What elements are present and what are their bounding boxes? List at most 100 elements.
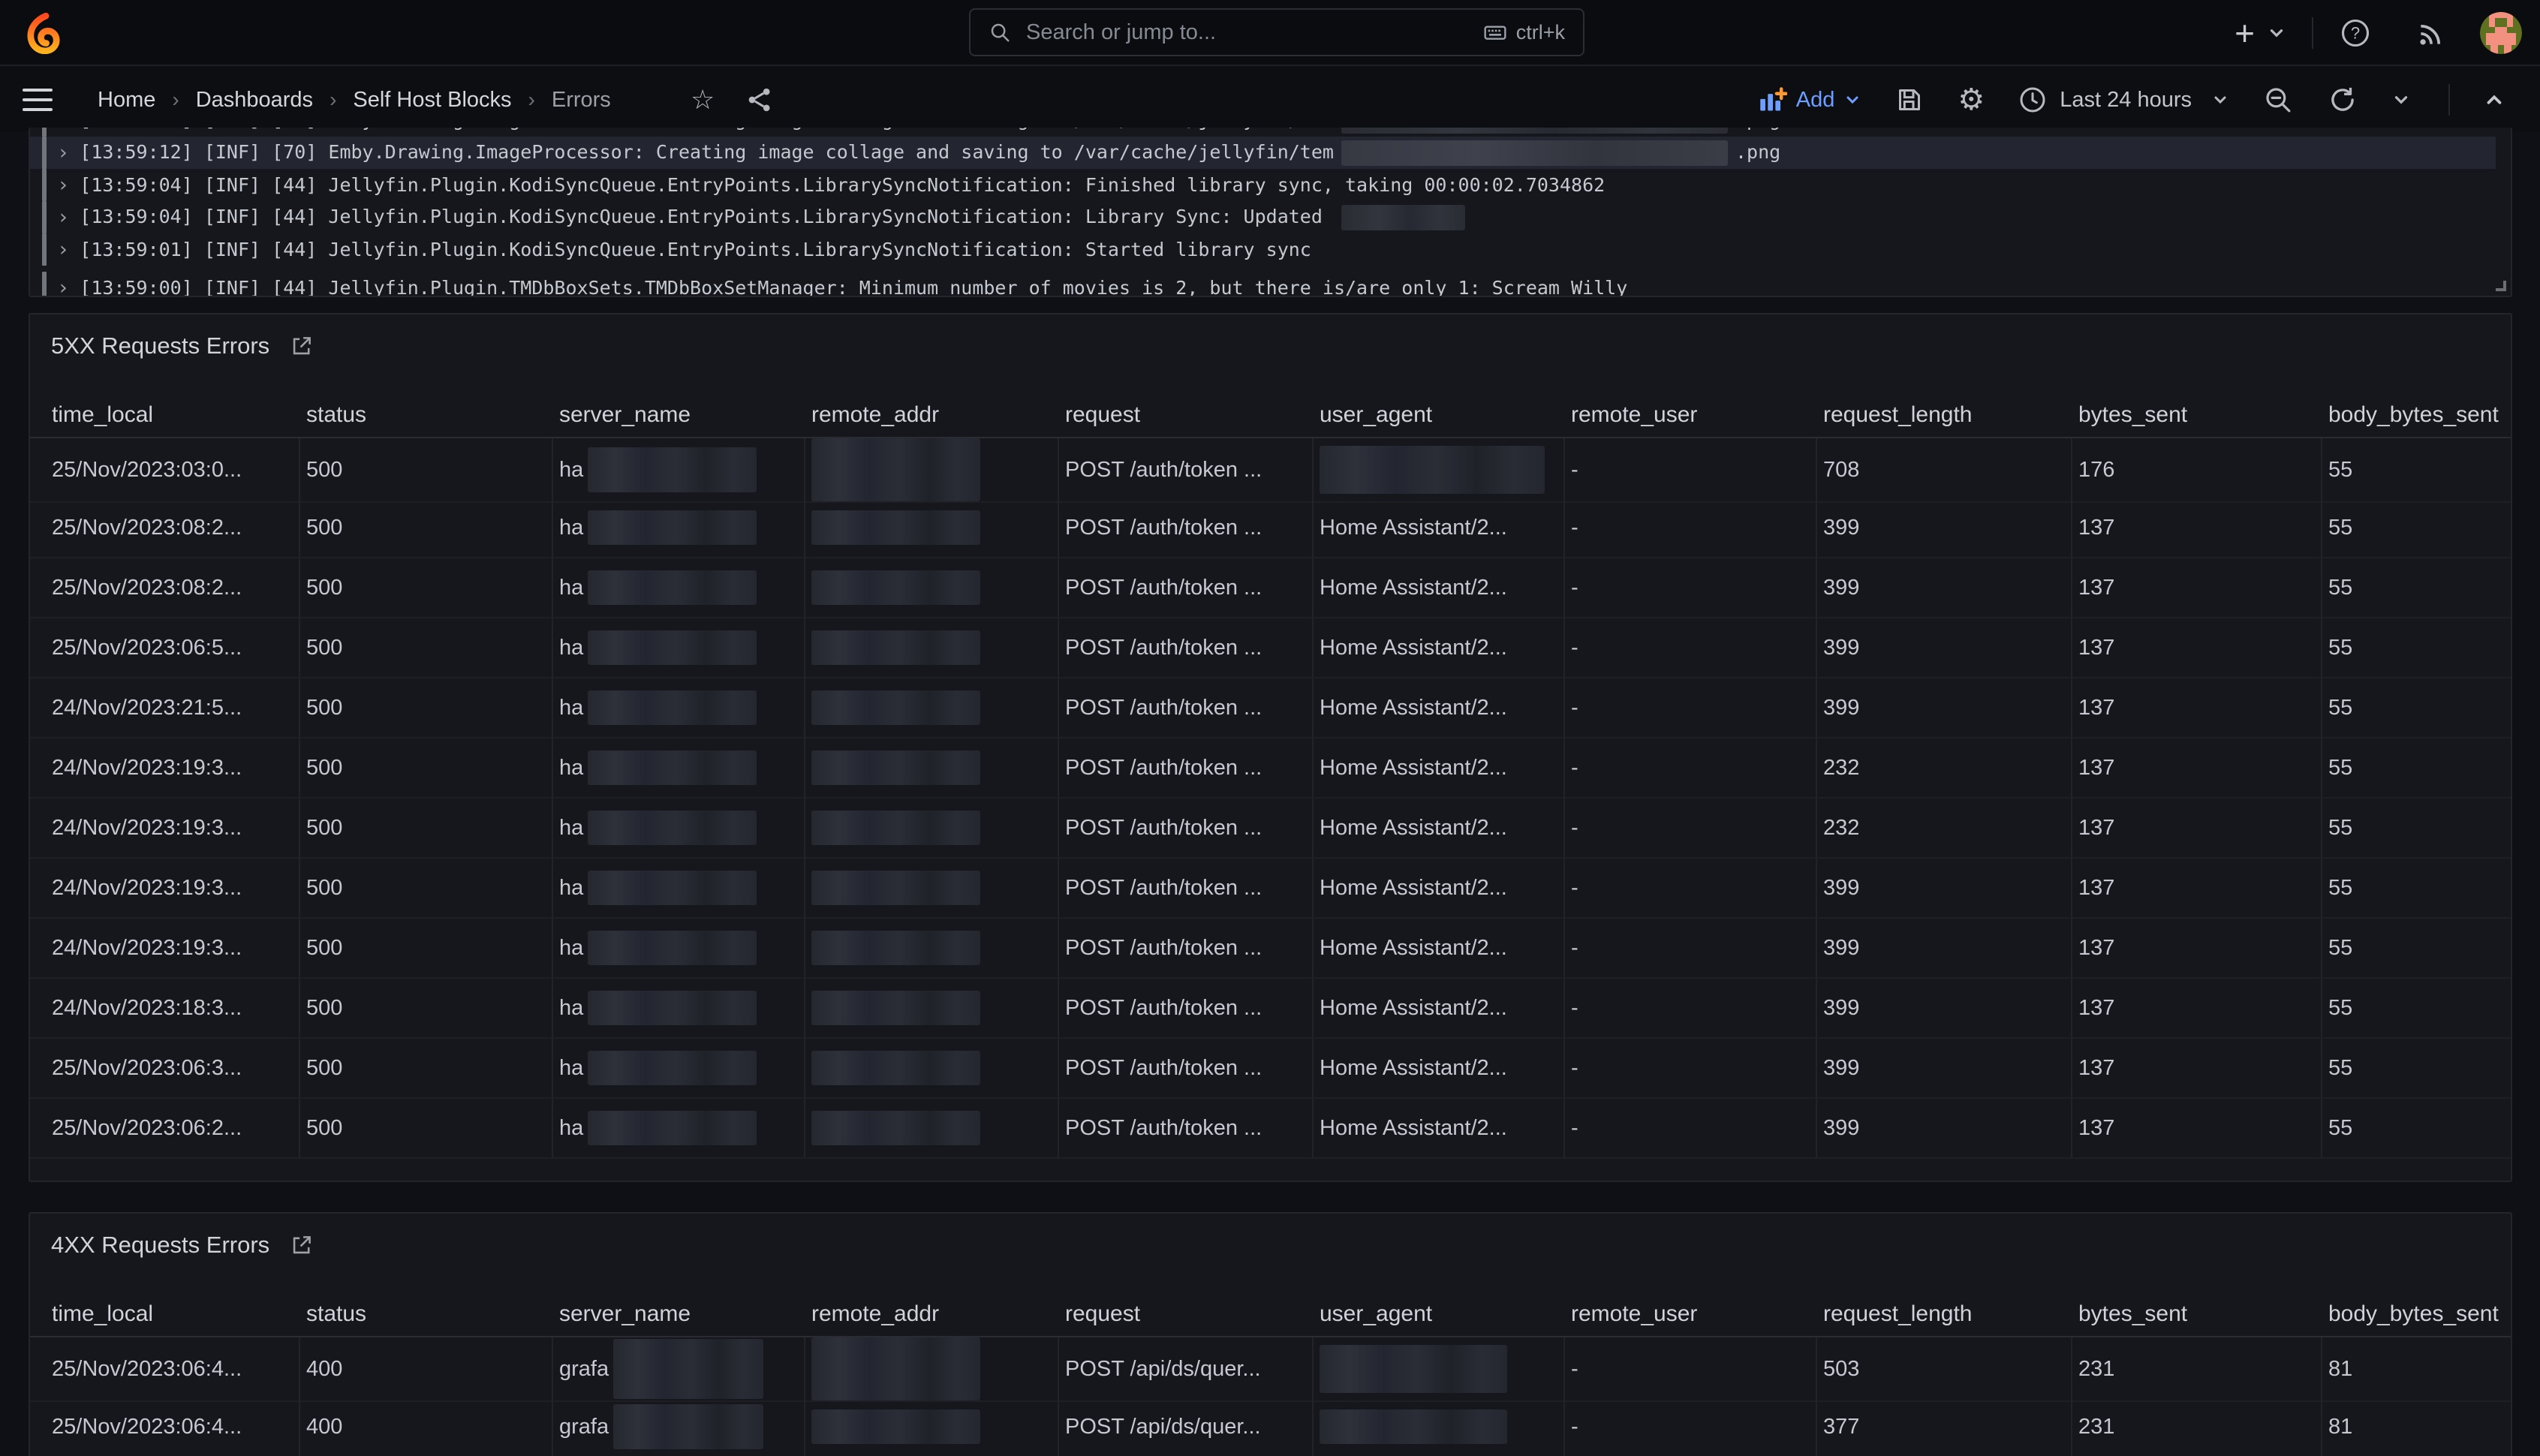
cell-text: 500 (306, 458, 342, 483)
cell-text: 503 (1823, 1357, 1859, 1382)
add-panel-button[interactable]: Add (1759, 87, 1862, 113)
table-cell-request: POST /auth/token ... (1059, 678, 1314, 739)
grafana-logo-icon[interactable] (26, 12, 65, 54)
dashboard-settings-gear-icon[interactable]: ⚙ (1958, 83, 1985, 117)
log-line[interactable]: ›[13:59:00] [INF] [44] Jellyfin.Plugin.T… (30, 272, 2496, 297)
log-line[interactable]: ›[13:59:12] [INF] [70] Emby.Drawing.Imag… (30, 137, 2496, 169)
panel-title[interactable]: 5XX Requests Errors (51, 332, 269, 359)
table-row: 25/Nov/2023:06:4...400grafaPOST /api/ds/… (30, 1337, 2511, 1397)
time-range-picker[interactable]: Last 24 hours (2018, 85, 2229, 115)
breadcrumb-separator-icon: › (528, 88, 535, 112)
column-header-request_length[interactable]: request_length (1817, 1292, 2072, 1336)
external-link-icon[interactable] (289, 333, 314, 359)
redacted-text (588, 871, 757, 905)
breadcrumb-item-self-host-blocks[interactable]: Self Host Blocks (353, 88, 511, 113)
table-cell-remote_user: - (1565, 1039, 1817, 1099)
expand-log-line-icon[interactable]: › (57, 276, 69, 297)
external-link-icon[interactable] (289, 1232, 314, 1258)
user-avatar[interactable] (2480, 12, 2522, 54)
menu-hamburger-icon[interactable] (23, 89, 53, 111)
table-cell-time_local: 25/Nov/2023:08:2... (30, 558, 300, 618)
column-header-request[interactable]: request (1059, 1292, 1314, 1336)
column-header-time_local[interactable]: time_local (30, 393, 300, 437)
column-header-remote_user[interactable]: remote_user (1565, 393, 1817, 437)
log-line[interactable]: ›[13:59:01] [INF] [44] Jellyfin.Plugin.K… (30, 233, 2496, 266)
redacted-text (811, 931, 980, 965)
new-item-button[interactable]: + (2235, 16, 2255, 50)
column-header-remote_addr[interactable]: remote_addr (805, 393, 1059, 437)
table-row: 25/Nov/2023:08:2...500haPOST /auth/token… (30, 558, 2511, 618)
table-cell-bytes_sent: 231 (2072, 1397, 2322, 1456)
cell-text: 137 (2078, 876, 2114, 901)
cell-text: 137 (2078, 1116, 2114, 1141)
table-cell-body_bytes_sent: 55 (2322, 498, 2511, 558)
table-cell-remote_user: - (1565, 799, 1817, 859)
refresh-icon[interactable] (2327, 84, 2358, 116)
expand-log-line-icon[interactable]: › (57, 238, 69, 261)
table-row: 24/Nov/2023:19:3...500haPOST /auth/token… (30, 919, 2511, 979)
column-header-request_length[interactable]: request_length (1817, 393, 2072, 437)
table-cell-bytes_sent: 137 (2072, 799, 2322, 859)
collapse-chevron-up-icon[interactable] (2483, 89, 2505, 111)
cell-text: ha (559, 816, 583, 841)
cell-text: ha (559, 576, 583, 600)
breadcrumb-item-home[interactable]: Home (98, 88, 155, 113)
help-icon[interactable]: ? (2339, 17, 2372, 50)
global-search[interactable]: ctrl+k (969, 8, 1584, 56)
save-dashboard-icon[interactable] (1894, 85, 1925, 115)
cell-text: 377 (1823, 1415, 1859, 1439)
column-header-time_local[interactable]: time_local (30, 1292, 300, 1336)
expand-log-line-icon[interactable]: › (57, 128, 69, 132)
expand-log-line-icon[interactable]: › (57, 173, 69, 197)
redacted-text (588, 510, 757, 545)
column-header-user_agent[interactable]: user_agent (1314, 393, 1565, 437)
table-cell-time_local: 25/Nov/2023:06:4... (30, 1337, 300, 1402)
column-header-body_bytes_sent[interactable]: body_bytes_sent (2322, 1292, 2511, 1336)
panel-resize-handle[interactable] (2496, 281, 2506, 291)
new-item-chevron-down-icon[interactable] (2267, 23, 2286, 43)
dashboard-toolbar: Home›Dashboards›Self Host Blocks›Errors … (0, 68, 2540, 132)
news-rss-icon[interactable] (2415, 17, 2448, 50)
table-cell-user_agent (1314, 1397, 1565, 1456)
svg-text:?: ? (2351, 24, 2360, 43)
column-header-user_agent[interactable]: user_agent (1314, 1292, 1565, 1336)
column-header-remote_addr[interactable]: remote_addr (805, 1292, 1059, 1336)
table-cell-request_length: 399 (1817, 859, 2072, 919)
column-header-remote_user[interactable]: remote_user (1565, 1292, 1817, 1336)
column-header-body_bytes_sent[interactable]: body_bytes_sent (2322, 393, 2511, 437)
log-line[interactable]: ›[13:59:12] [INF] [70] Emby.Drawing.Imag… (30, 128, 2496, 137)
cell-text: 24/Nov/2023:19:3... (52, 876, 242, 901)
column-header-server_name[interactable]: server_name (553, 393, 805, 437)
column-header-request[interactable]: request (1059, 393, 1314, 437)
table-cell-server_name: grafa (553, 1337, 805, 1402)
table-cell-request_length: 399 (1817, 558, 2072, 618)
time-range-chevron-down-icon (2211, 91, 2229, 109)
column-header-bytes_sent[interactable]: bytes_sent (2072, 1292, 2322, 1336)
breadcrumb-item-dashboards[interactable]: Dashboards (196, 88, 313, 113)
table-cell-status: 500 (300, 859, 553, 919)
table-cell-request_length: 503 (1817, 1337, 2072, 1402)
redacted-text (811, 751, 980, 785)
cell-text: 24/Nov/2023:21:5... (52, 696, 242, 720)
favorite-star-icon[interactable]: ☆ (691, 85, 715, 116)
log-line[interactable]: ›[13:59:04] [INF] [44] Jellyfin.Plugin.K… (30, 201, 2496, 233)
expand-log-line-icon[interactable]: › (57, 141, 69, 164)
log-line[interactable]: ›[13:59:04] [INF] [44] Jellyfin.Plugin.K… (30, 169, 2496, 201)
panel-title[interactable]: 4XX Requests Errors (51, 1232, 269, 1259)
cell-text: 55 (2328, 576, 2352, 600)
zoom-out-icon[interactable] (2262, 84, 2294, 116)
search-input[interactable] (1025, 20, 1483, 46)
column-header-bytes_sent[interactable]: bytes_sent (2072, 393, 2322, 437)
cell-text: - (1571, 876, 1578, 901)
column-header-status[interactable]: status (300, 1292, 553, 1336)
column-header-server_name[interactable]: server_name (553, 1292, 805, 1336)
jellyfin-logs-panel: ›[13:59:12] [INF] [70] Emby.Drawing.Imag… (29, 128, 2512, 297)
cell-text: - (1571, 996, 1578, 1021)
expand-log-line-icon[interactable]: › (57, 206, 69, 229)
column-header-status[interactable]: status (300, 393, 553, 437)
cell-text: 399 (1823, 1056, 1859, 1081)
refresh-interval-chevron-down-icon[interactable] (2391, 90, 2411, 110)
cell-text: 399 (1823, 576, 1859, 600)
redacted-text (613, 1339, 763, 1399)
share-icon[interactable] (745, 85, 775, 115)
